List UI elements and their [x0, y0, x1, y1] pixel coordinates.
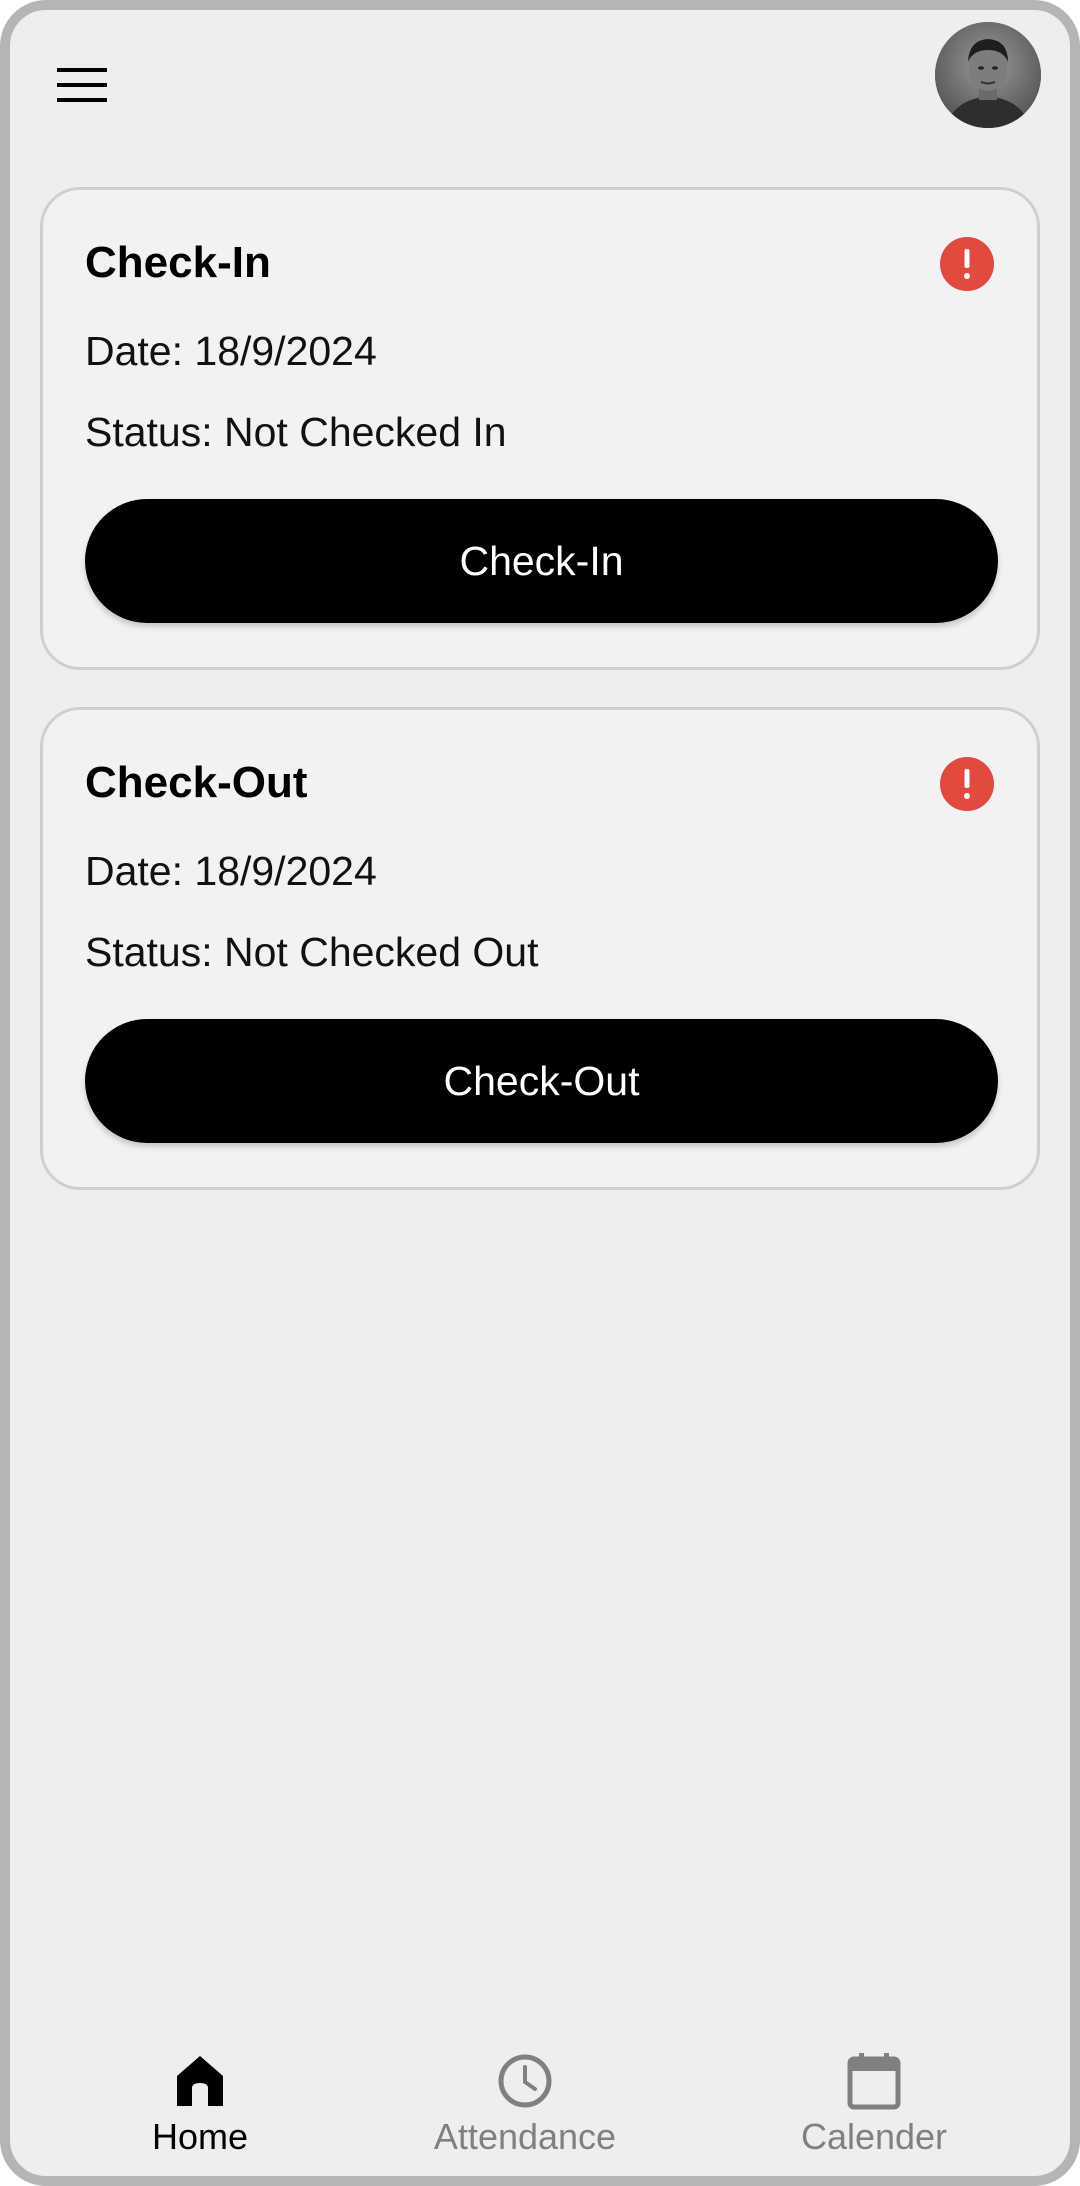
alert-circle-icon — [940, 757, 994, 811]
check-in-card: Check-In Date: 18/9/2024 Status: Not Che… — [40, 187, 1040, 670]
card-title: Check-In — [85, 238, 271, 287]
nav-item-attendance[interactable]: Attendance — [405, 2050, 645, 2170]
card-date: Date: 18/9/2024 — [85, 848, 377, 894]
nav-item-home[interactable]: Home — [80, 2050, 320, 2170]
avatar[interactable] — [935, 22, 1041, 128]
card-date: Date: 18/9/2024 — [85, 328, 377, 374]
user-avatar-photo — [935, 22, 1041, 128]
home-icon — [177, 2056, 223, 2106]
check-in-button[interactable]: Check-In — [85, 499, 998, 623]
nav-label-attendance: Attendance — [433, 2116, 617, 2157]
clock-icon — [498, 2054, 552, 2108]
calendar-icon — [847, 2053, 901, 2110]
card-status: Status: Not Checked Out — [85, 929, 539, 975]
card-status: Status: Not Checked In — [85, 409, 507, 455]
card-title: Check-Out — [85, 758, 308, 807]
check-out-card: Check-Out Date: 18/9/2024 Status: Not Ch… — [40, 707, 1040, 1190]
nav-label-calender: Calender — [800, 2116, 948, 2157]
alert-circle-icon — [940, 237, 994, 291]
nav-label-home: Home — [151, 2116, 249, 2157]
hamburger-menu-icon — [57, 68, 107, 102]
check-out-button[interactable]: Check-Out — [85, 1019, 998, 1143]
nav-item-calender[interactable]: Calender — [754, 2050, 994, 2170]
bottom-navigation: Home Attendance Calender — [10, 2030, 1070, 2176]
menu-button[interactable] — [48, 50, 118, 120]
phone-screen: Check-In Date: 18/9/2024 Status: Not Che… — [0, 0, 1080, 2186]
